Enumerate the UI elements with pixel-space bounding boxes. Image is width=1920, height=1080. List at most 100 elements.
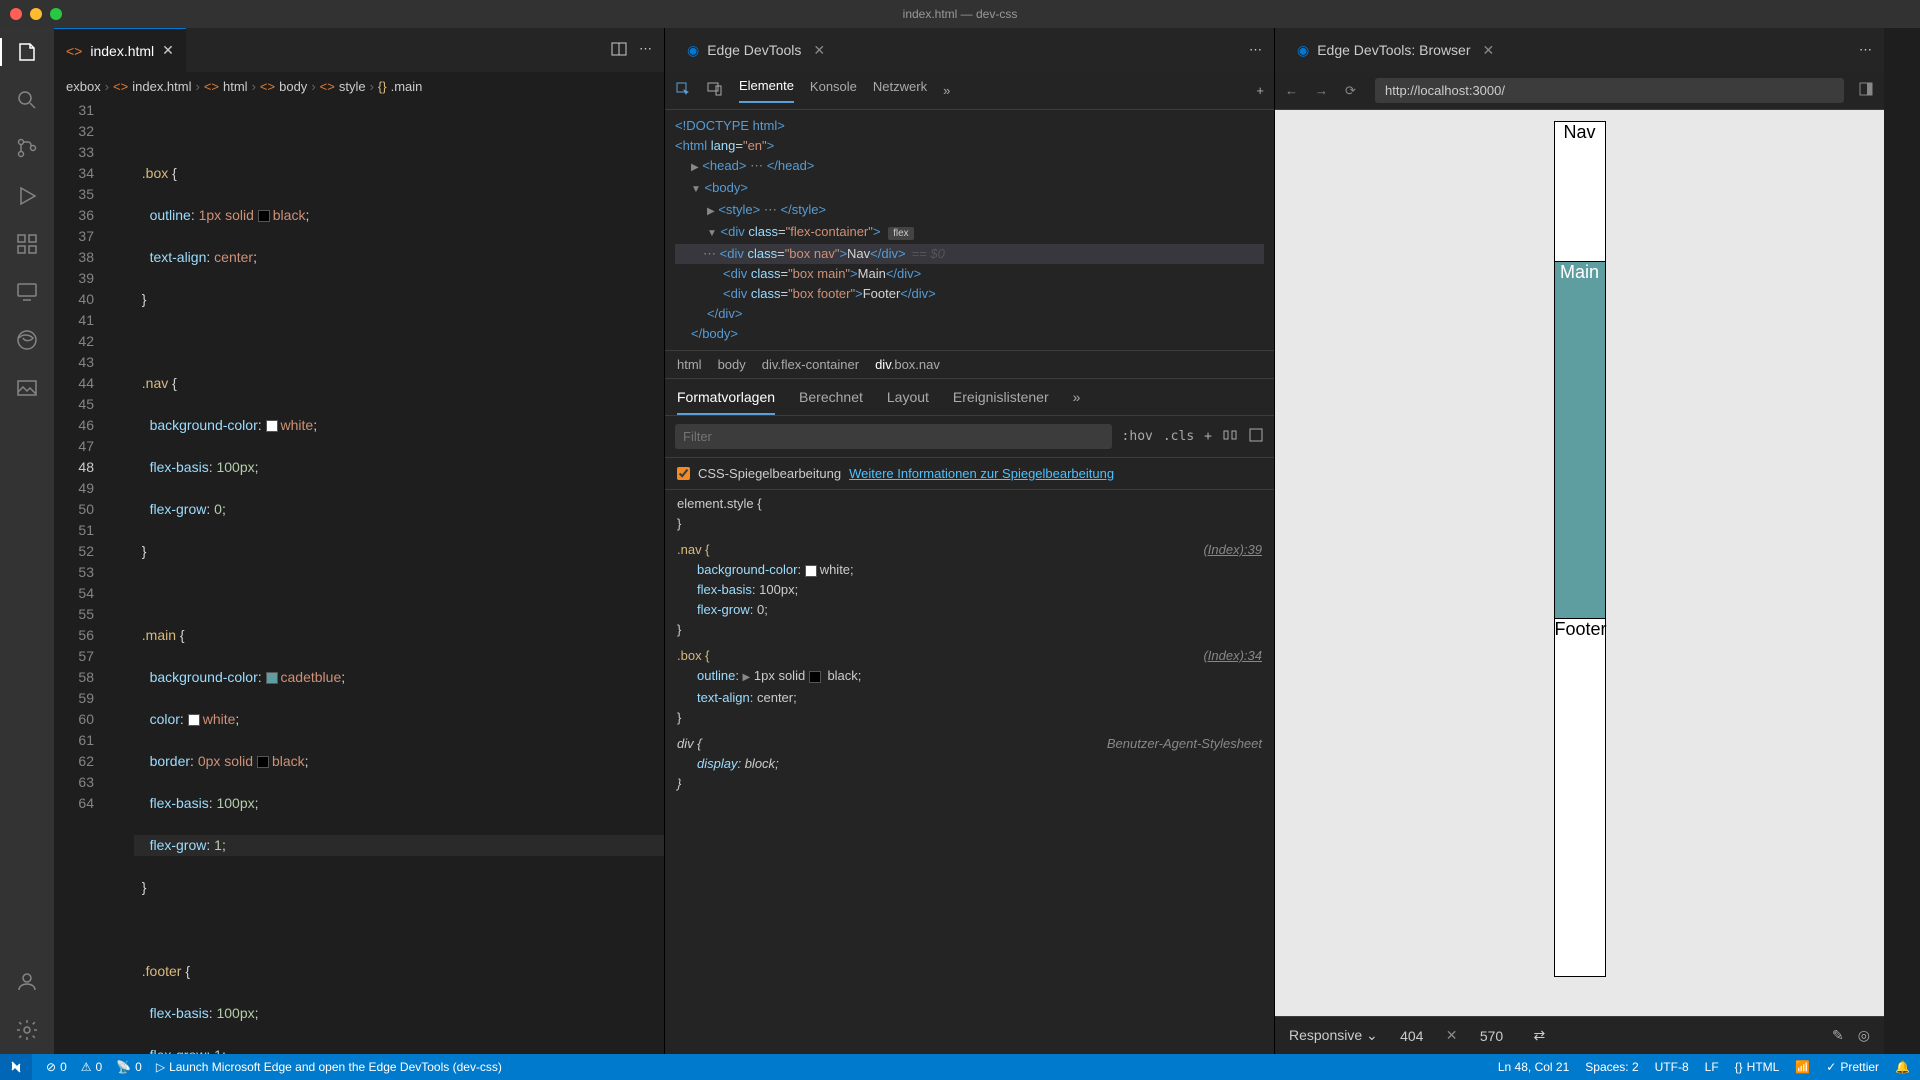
- more-actions-icon[interactable]: ⋯: [1859, 42, 1872, 58]
- settings-gear-icon[interactable]: [13, 1016, 41, 1044]
- eol-status[interactable]: LF: [1705, 1060, 1719, 1074]
- more-tabs-icon[interactable]: »: [1073, 389, 1081, 415]
- language-mode[interactable]: {} HTML: [1735, 1060, 1780, 1074]
- encoding-status[interactable]: UTF-8: [1655, 1060, 1689, 1074]
- dom-crumb[interactable]: div.box.nav: [875, 357, 940, 372]
- url-input[interactable]: [1375, 78, 1844, 103]
- minimize-window-button[interactable]: [30, 8, 42, 20]
- breadcrumb-item[interactable]: index.html: [132, 79, 191, 94]
- responsive-select[interactable]: Responsive ⌄: [1289, 1027, 1378, 1044]
- remote-explorer-icon[interactable]: [13, 278, 41, 306]
- edge-icon[interactable]: [13, 326, 41, 354]
- close-tab-icon[interactable]: ✕: [1483, 42, 1495, 59]
- breadcrumb-item[interactable]: .main: [391, 79, 423, 94]
- traffic-lights: [10, 8, 62, 20]
- tab-label: Edge DevTools: [707, 42, 801, 58]
- viewport-width-input[interactable]: [1392, 1028, 1432, 1044]
- element-style-selector[interactable]: element.style {: [677, 496, 762, 511]
- browser-viewport[interactable]: Nav Main Footer: [1275, 110, 1884, 1016]
- errors-status[interactable]: ⊘ 0: [46, 1060, 67, 1074]
- split-editor-icon[interactable]: [611, 41, 627, 60]
- flex-editor-icon[interactable]: [1222, 427, 1238, 447]
- back-button-icon[interactable]: ←: [1285, 83, 1301, 98]
- image-preview-icon[interactable]: [13, 374, 41, 402]
- window-titlebar: index.html — dev-css: [0, 0, 1920, 28]
- tab-styles[interactable]: Formatvorlagen: [677, 389, 775, 415]
- dom-crumb[interactable]: body: [718, 357, 746, 372]
- dom-crumb[interactable]: div.flex-container: [762, 357, 859, 372]
- warnings-status[interactable]: ⚠ 0: [81, 1060, 102, 1074]
- forward-button-icon[interactable]: →: [1315, 83, 1331, 98]
- rule-source-link[interactable]: (Index):39: [1203, 540, 1262, 560]
- tab-elements[interactable]: Elemente: [739, 78, 794, 103]
- cursor-position[interactable]: Ln 48, Col 21: [1498, 1060, 1569, 1074]
- rotate-icon[interactable]: ⇄: [1534, 1027, 1546, 1044]
- remote-button[interactable]: [0, 1054, 32, 1080]
- computed-toggle-icon[interactable]: [1248, 427, 1264, 447]
- tab-label: index.html: [90, 43, 154, 59]
- explorer-icon[interactable]: [0, 38, 54, 66]
- viewport-height-input[interactable]: [1472, 1028, 1512, 1044]
- source-control-icon[interactable]: [13, 134, 41, 162]
- css-mirror-checkbox[interactable]: [677, 467, 690, 480]
- css-mirror-link[interactable]: Weitere Informationen zur Spiegelbearbei…: [849, 466, 1114, 481]
- prettier-status[interactable]: ✓ Prettier: [1826, 1060, 1879, 1074]
- code-content[interactable]: .box { outline: 1px solid black; text-al…: [114, 100, 664, 1054]
- dom-selected-node[interactable]: ⋯ <div class="box nav">Nav</div>== $0: [675, 244, 1264, 264]
- extensions-icon[interactable]: [13, 230, 41, 258]
- launch-task-button[interactable]: ▷ Launch Microsoft Edge and open the Edg…: [156, 1060, 502, 1074]
- maximize-window-button[interactable]: [50, 8, 62, 20]
- browser-footer: Responsive ⌄ ✕ ⇄ ✎ ◎: [1275, 1016, 1884, 1054]
- tab-console[interactable]: Konsole: [810, 79, 857, 102]
- rule-selector[interactable]: .nav {: [677, 540, 710, 560]
- more-actions-icon[interactable]: ⋯: [639, 41, 652, 60]
- tab-computed[interactable]: Berechnet: [799, 389, 863, 415]
- close-tab-icon[interactable]: ✕: [162, 42, 174, 59]
- devtools-tabs: ◉ Edge DevTools ✕ ⋯: [665, 28, 1274, 72]
- ports-status[interactable]: 📡 0: [116, 1060, 142, 1074]
- styles-filter-input[interactable]: [675, 424, 1112, 449]
- more-tabs-icon[interactable]: »: [943, 83, 950, 98]
- hov-toggle[interactable]: :hov: [1122, 429, 1153, 444]
- breadcrumb-item[interactable]: exbox: [66, 79, 101, 94]
- dom-breadcrumbs[interactable]: html body div.flex-container div.box.nav: [665, 351, 1274, 379]
- dom-tree[interactable]: <!DOCTYPE html> <html lang="en"> ▶ <head…: [665, 110, 1274, 351]
- edge-icon: ◉: [1297, 42, 1309, 59]
- cls-toggle[interactable]: .cls: [1163, 429, 1194, 444]
- run-debug-icon[interactable]: [13, 182, 41, 210]
- dom-crumb[interactable]: html: [677, 357, 702, 372]
- add-rule-icon[interactable]: +: [1204, 429, 1212, 444]
- breadcrumb-item[interactable]: body: [279, 79, 307, 94]
- breadcrumbs[interactable]: exbox› <>index.html› <>html› <>body› <>s…: [54, 72, 664, 100]
- breadcrumb-item[interactable]: html: [223, 79, 248, 94]
- target-icon[interactable]: ◎: [1858, 1027, 1870, 1044]
- rule-selector[interactable]: .box {: [677, 646, 710, 666]
- code-editor[interactable]: 3132333435363738394041424344454647484950…: [54, 100, 664, 1054]
- eyedropper-icon[interactable]: ✎: [1832, 1027, 1844, 1044]
- more-actions-icon[interactable]: ⋯: [1249, 42, 1262, 58]
- styles-rules[interactable]: element.style { } .nav {(Index):39 backg…: [665, 490, 1274, 1054]
- tab-layout[interactable]: Layout: [887, 389, 929, 415]
- search-icon[interactable]: [13, 86, 41, 114]
- indentation-status[interactable]: Spaces: 2: [1585, 1060, 1638, 1074]
- close-window-button[interactable]: [10, 8, 22, 20]
- tab-index-html[interactable]: <> index.html ✕: [54, 28, 186, 72]
- device-toggle-icon[interactable]: [707, 81, 723, 100]
- tab-network[interactable]: Netzwerk: [873, 79, 927, 102]
- add-tab-icon[interactable]: +: [1256, 83, 1264, 98]
- close-tab-icon[interactable]: ✕: [813, 42, 825, 59]
- accounts-icon[interactable]: [13, 968, 41, 996]
- breadcrumb-item[interactable]: style: [339, 79, 366, 94]
- tab-listeners[interactable]: Ereignislistener: [953, 389, 1049, 415]
- tab-edge-devtools[interactable]: ◉ Edge DevTools ✕: [677, 42, 835, 59]
- inspect-element-icon[interactable]: [675, 81, 691, 100]
- notifications-icon[interactable]: 🔔: [1895, 1060, 1910, 1074]
- rule-source-link[interactable]: (Index):34: [1203, 646, 1262, 666]
- edge-icon: ◉: [687, 42, 699, 59]
- dock-side-icon[interactable]: [1858, 81, 1874, 100]
- dim-separator: ✕: [1446, 1027, 1458, 1044]
- tab-edge-devtools-browser[interactable]: ◉ Edge DevTools: Browser ✕: [1287, 42, 1504, 59]
- live-server-icon[interactable]: 📶: [1795, 1060, 1810, 1074]
- reload-button-icon[interactable]: ⟳: [1345, 83, 1361, 99]
- rule-selector: div {: [677, 734, 702, 754]
